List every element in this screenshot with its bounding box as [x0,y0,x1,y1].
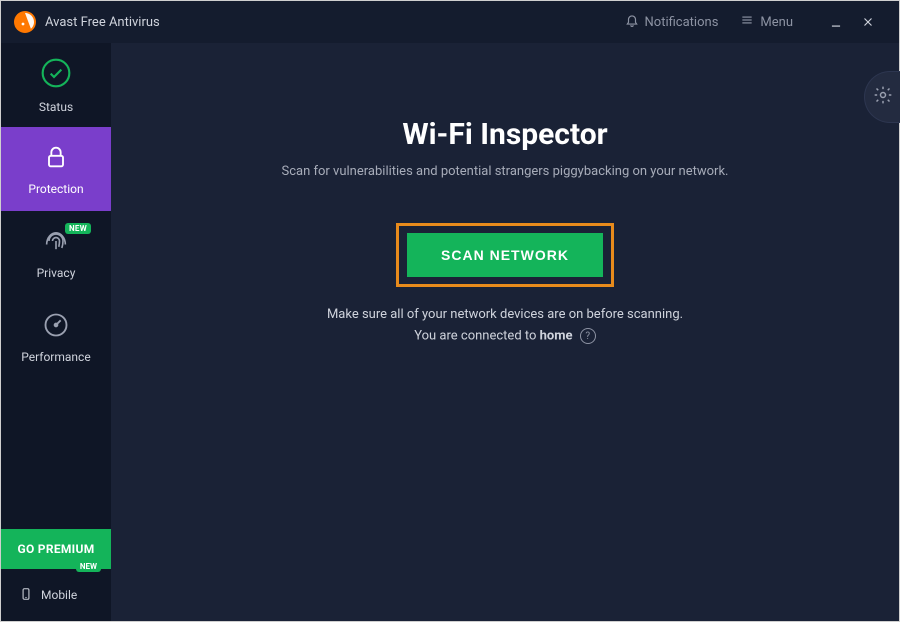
sidebar-item-label: Protection [28,182,83,196]
hint-devices-on: Make sure all of your network devices ar… [111,307,899,322]
gauge-icon [42,311,70,342]
sidebar-item-protection[interactable]: Protection [1,127,111,211]
hint-connected-to: You are connected to home ? [111,328,899,344]
sidebar-item-performance[interactable]: Performance [1,295,111,379]
notifications-label: Notifications [645,15,719,30]
gear-icon [873,85,893,109]
app-title: Avast Free Antivirus [45,15,160,30]
main-content: Wi-Fi Inspector Scan for vulnerabilities… [111,43,899,621]
scan-network-label: SCAN NETWORK [441,247,569,263]
sidebar-item-privacy[interactable]: NEW Privacy [1,211,111,295]
sidebar-item-mobile[interactable]: NEW Mobile [1,569,111,621]
scan-highlight-frame: SCAN NETWORK [396,223,614,287]
notifications-button[interactable]: Notifications [625,13,719,31]
sidebar-item-status[interactable]: Status [1,43,111,127]
network-name: home [540,328,573,343]
sidebar-item-label: Privacy [37,266,76,280]
go-premium-label: GO PREMIUM [17,542,94,556]
page-title: Wi-Fi Inspector [111,117,899,152]
minimize-button[interactable] [823,15,855,29]
avast-logo-icon [13,10,37,34]
bell-icon [625,13,645,31]
menu-label: Menu [760,15,793,30]
page-subtitle: Scan for vulnerabilities and potential s… [111,164,899,179]
check-circle-icon [40,57,72,92]
new-badge: NEW [76,561,101,572]
sidebar-item-label: Performance [21,350,90,364]
lock-icon [42,143,70,174]
hamburger-icon [740,13,760,31]
menu-button[interactable]: Menu [740,13,793,31]
app-window: Avast Free Antivirus Notifications Menu [0,0,900,622]
new-badge: NEW [65,223,91,234]
scan-network-button[interactable]: SCAN NETWORK [407,233,603,277]
help-icon[interactable]: ? [580,328,596,344]
close-button[interactable] [855,15,887,29]
sidebar-item-label: Status [39,100,73,114]
mobile-icon [19,584,41,607]
hint-connected-prefix: You are connected to [414,328,539,343]
titlebar: Avast Free Antivirus Notifications Menu [1,1,899,43]
sidebar: Status Protection NEW Privacy [1,43,111,621]
sidebar-item-label: Mobile [41,588,77,602]
